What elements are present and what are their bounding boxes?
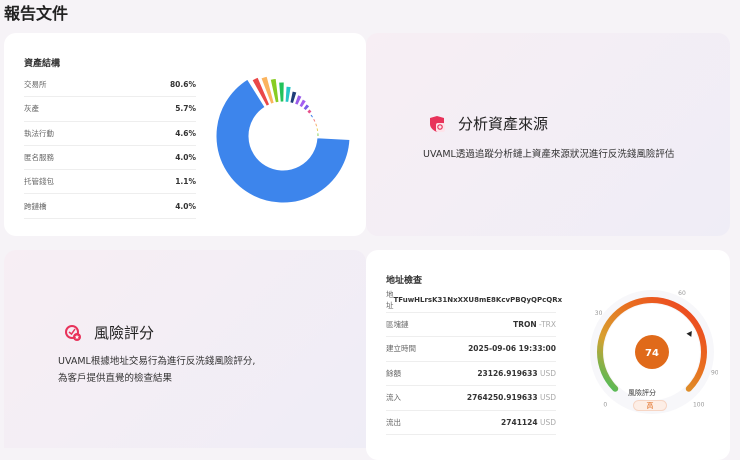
address-row: 流出 2741124 USD: [386, 411, 556, 435]
asset-label: 匿名服務: [24, 153, 54, 163]
asset-list: 交易所 80.6% 灰產 5.7% 執法行動 4.6% 匿名服務 4.0% 托管錢包 1.1% 跨鏈…: [24, 73, 196, 219]
donut-slice-other-14[interactable]: [315, 127, 320, 133]
risk-level-badge: 高: [633, 400, 667, 411]
asset-donut-chart: [215, 75, 351, 204]
gauge-tick-label: 90: [711, 369, 718, 376]
asset-value: 80.6%: [169, 80, 196, 90]
asset-row: 交易所 80.6%: [24, 73, 196, 98]
address-row: 餘額 23126.919633 USD: [386, 362, 556, 386]
address-check-card: 地址檢查 地址 TFuwHLrsK31NxXXU8mE8KcvPBQyQPcQRx…: [366, 250, 730, 460]
donut-slice-other-13[interactable]: [314, 122, 319, 128]
address-value: TFuwHLrsK31NxXXU8mE8KcvPBQyQPcQRx: [393, 296, 563, 305]
address-label: 流入: [386, 393, 401, 403]
address-row: 建立時間 2025-09-06 19:33:00: [386, 337, 556, 362]
asset-row: 灰產 5.7%: [24, 97, 196, 122]
asset-label: 灰產: [24, 104, 39, 114]
asset-value: 4.0%: [175, 201, 196, 211]
asset-row: 托管錢包 1.1%: [24, 170, 196, 195]
risk-score-panel: 風險評分 UVAML根據地址交易行為進行反洗錢風險評分, 為客戶提供直覺的檢查結…: [4, 250, 366, 448]
address-label: 餘額: [386, 368, 401, 378]
address-value: 23126.919633: [477, 368, 538, 378]
asset-label: 托管錢包: [24, 177, 54, 187]
risk-score-description-line2: 為客戶提供直覺的檢查結果: [58, 373, 173, 384]
gauge-tick-label: 30: [595, 310, 603, 317]
asset-value: 5.7%: [175, 104, 196, 114]
donut-slice-other-12[interactable]: [312, 117, 317, 123]
asset-value: 4.6%: [175, 128, 196, 138]
asset-structure-card: 資產結構 交易所 80.6% 灰產 5.7% 執法行動 4.6% 匿名服務 4.0% 托管錢包 1…: [4, 33, 366, 236]
donut-slice-other-11[interactable]: [309, 113, 315, 119]
address-label: 區塊鏈: [386, 319, 409, 329]
source-analysis-description: UVAML透過追蹤分析鏈上資產來源狀況進行反洗錢風險評估: [423, 149, 675, 160]
address-label: 地址: [386, 289, 394, 310]
asset-row: 跨鏈橋 4.0%: [24, 194, 196, 219]
address-unit: USD: [539, 417, 556, 427]
asset-label: 跨鏈橋: [24, 201, 47, 211]
risk-score-title: 風險評分: [94, 324, 155, 342]
asset-value: 4.0%: [175, 153, 196, 163]
address-value: 2741124: [501, 417, 538, 427]
shield-search-icon: [430, 115, 445, 132]
address-row: 地址 TFuwHLrsK31NxXXU8mE8KcvPBQyQPcQRx: [386, 288, 562, 313]
address-row: 流入 2764250.919633 USD: [386, 386, 556, 411]
risk-score-label: 風險評分: [628, 389, 656, 397]
asset-row: 執法行動 4.6%: [24, 122, 196, 146]
risk-score-description-line1: UVAML根據地址交易行為進行反洗錢風險評分,: [58, 356, 256, 367]
address-label: 流出: [386, 417, 401, 427]
asset-row: 匿名服務 4.0%: [24, 146, 196, 171]
risk-badge-icon: [65, 324, 81, 341]
gauge-tick-label: 60: [678, 290, 686, 297]
asset-structure-title: 資產結構: [24, 59, 61, 69]
score-value: 74: [645, 348, 659, 359]
source-analysis-panel: 分析資產來源 UVAML透過追蹤分析鏈上資產來源狀況進行反洗錢風險評估: [366, 33, 730, 236]
gauge-tick-label: 100: [693, 402, 705, 409]
asset-label: 執法行動: [24, 128, 54, 138]
address-row: 區塊鏈 TRON -TRX: [386, 313, 556, 337]
address-value: 2025-09-06 19:33:00: [468, 344, 556, 354]
address-unit: USD: [539, 368, 556, 378]
asset-label: 交易所: [24, 80, 47, 90]
address-unit: USD: [539, 393, 556, 403]
gauge-tick-label: 0: [603, 402, 607, 409]
asset-value: 1.1%: [175, 177, 196, 187]
address-check-list: 地址 TFuwHLrsK31NxXXU8mE8KcvPBQyQPcQRx 區塊鏈 T…: [386, 288, 562, 435]
address-value: 2764250.919633: [466, 393, 538, 403]
address-unit: -TRX: [539, 319, 556, 329]
address-value: TRON: [513, 319, 537, 329]
address-label: 建立時間: [386, 344, 416, 354]
source-analysis-title: 分析資產來源: [458, 115, 549, 133]
address-check-title: 地址檢查: [386, 276, 423, 286]
donut-slice-other-10[interactable]: [306, 108, 313, 115]
page-title: 報告文件: [4, 4, 69, 23]
donut-slice-托管錢包[interactable]: [278, 81, 285, 103]
donut-slice-other-15[interactable]: [316, 132, 320, 138]
